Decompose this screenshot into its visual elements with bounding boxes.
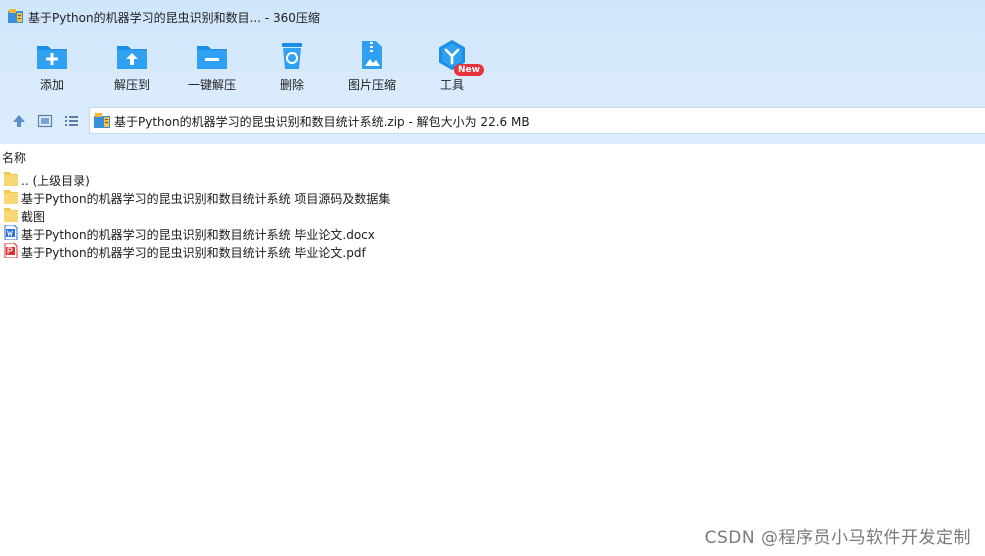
folder-icon — [4, 172, 18, 186]
extract-to-label: 解压到 — [113, 78, 150, 92]
csdn-watermark: CSDN @程序员小马软件开发定制 — [704, 528, 971, 548]
delete-label: 删除 — [279, 78, 304, 92]
folder-add-icon — [37, 46, 67, 69]
recycle-bin-icon — [282, 43, 302, 69]
new-badge: New — [454, 64, 484, 76]
thumbnail-view-icon[interactable] — [37, 113, 53, 129]
folder-extract-icon — [117, 46, 147, 69]
folder-icon — [4, 208, 18, 222]
title-bar: 基于Python的机器学习的昆虫识别和数目... - 360压缩 — [0, 0, 985, 32]
image-compress-label: 图片压缩 — [347, 78, 396, 92]
extract-to-button[interactable]: 解压到 — [93, 38, 171, 98]
one-click-extract-label: 一键解压 — [187, 78, 236, 92]
folder-oneclick-icon — [197, 46, 227, 69]
image-compress-button[interactable]: 图片压缩 — [333, 38, 411, 98]
folder-icon — [4, 190, 18, 204]
list-item-label: 截图 — [21, 210, 46, 224]
file-list: 名称 .. (上级目录) 基于Python的机器学习的昆虫识别和数目统计系统 项… — [0, 144, 985, 556]
pdf-document-icon — [4, 243, 18, 258]
add-button[interactable]: 添加 — [13, 38, 91, 98]
list-item-label: 基于Python的机器学习的昆虫识别和数目统计系统 项目源码及数据集 — [21, 192, 391, 206]
image-compress-icon — [362, 41, 382, 69]
address-bar[interactable]: 基于Python的机器学习的昆虫识别和数目统计系统.zip - 解包大小为 22… — [89, 107, 985, 134]
list-item-label: 基于Python的机器学习的昆虫识别和数目统计系统 毕业论文.docx — [21, 228, 375, 242]
tools-label: 工具 — [439, 78, 464, 92]
list-item-label: .. (上级目录) — [21, 174, 90, 188]
zip-archive-icon — [8, 9, 23, 23]
one-click-extract-button[interactable]: 一键解压 — [173, 38, 251, 98]
archive-path: 基于Python的机器学习的昆虫识别和数目统计系统.zip - 解包大小为 22… — [114, 115, 530, 129]
add-label: 添加 — [39, 78, 64, 92]
word-document-icon — [4, 225, 18, 240]
delete-button[interactable]: 删除 — [253, 38, 331, 98]
zip-archive-icon — [94, 113, 110, 128]
up-arrow-icon[interactable] — [11, 113, 27, 129]
list-item-label: 基于Python的机器学习的昆虫识别和数目统计系统 毕业论文.pdf — [21, 246, 366, 260]
column-header-name[interactable]: 名称 — [2, 149, 26, 166]
toolbar: 添加 解压到 一键解压 删除 图片压缩 工具 New — [0, 32, 985, 100]
top-panel: 基于Python的机器学习的昆虫识别和数目... - 360压缩 添加 解压到 — [0, 0, 985, 144]
list-view-icon[interactable] — [63, 113, 79, 129]
window-title: 基于Python的机器学习的昆虫识别和数目... - 360压缩 — [28, 11, 320, 25]
